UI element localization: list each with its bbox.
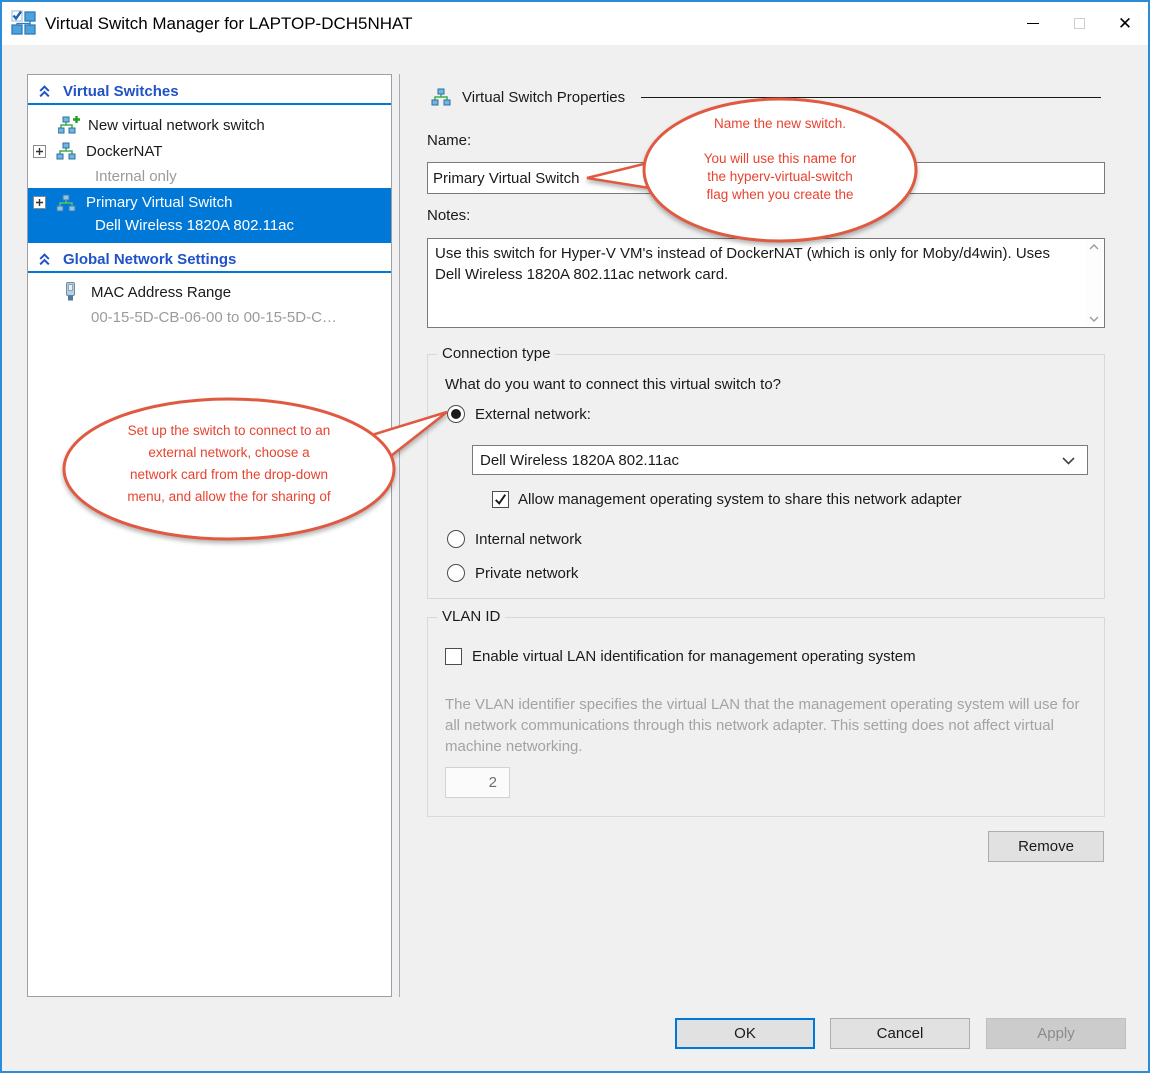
scroll-up-icon[interactable] (1089, 244, 1099, 250)
share-adapter-checkbox[interactable] (492, 491, 509, 508)
private-network-radio[interactable] (447, 564, 465, 582)
sidebar-item-primary-switch-selected[interactable]: Primary Virtual Switch Dell Wireless 182… (28, 188, 391, 243)
cancel-button[interactable]: Cancel (830, 1018, 970, 1049)
callout-line: flag when you create the (647, 186, 913, 204)
app-icon (11, 10, 38, 37)
notes-label: Notes: (427, 207, 470, 224)
expand-toggle-icon[interactable] (33, 196, 46, 209)
virtual-switch-manager-window: Virtual Switch Manager for LAPTOP-DCH5NH… (0, 0, 1150, 1073)
title-bar: Virtual Switch Manager for LAPTOP-DCH5NH… (2, 2, 1148, 45)
virtual-switch-icon (55, 142, 77, 160)
close-icon: ✕ (1118, 15, 1132, 32)
vlan-id-input[interactable]: 2 (445, 767, 510, 798)
callout-line: external network, choose a (74, 442, 384, 464)
minimize-icon (1027, 23, 1039, 24)
sidebar-item-label: MAC Address Range (91, 284, 231, 301)
sidebar-item-label: New virtual network switch (88, 117, 265, 134)
external-callout-text: Set up the switch to connect to an exter… (74, 420, 384, 508)
vlan-description: The VLAN identifier specifies the virtua… (445, 694, 1090, 757)
sidebar-item-dockernat[interactable]: DockerNAT (28, 138, 391, 164)
collapse-chevron-icon[interactable] (38, 253, 51, 266)
cancel-button-label: Cancel (877, 1025, 924, 1042)
scroll-down-icon[interactable] (1089, 316, 1099, 322)
apply-button-label: Apply (1037, 1025, 1075, 1042)
callout-line: network card from the drop-down (74, 464, 384, 486)
enable-vlan-label: Enable virtual LAN identification for ma… (472, 648, 916, 665)
sidebar-item-new-switch[interactable]: New virtual network switch (28, 112, 391, 138)
vlan-id-legend: VLAN ID (437, 608, 505, 625)
private-network-label: Private network (475, 565, 578, 582)
remove-button[interactable]: Remove (988, 831, 1104, 862)
callout-line: You will use this name for (647, 150, 913, 168)
window-title: Virtual Switch Manager for LAPTOP-DCH5NH… (45, 14, 413, 34)
sidebar-item-sublabel: Internal only (28, 164, 391, 188)
virtual-switch-icon (55, 194, 77, 212)
virtual-switch-icon (430, 88, 452, 106)
minimize-button[interactable] (1010, 2, 1056, 45)
connection-question: What do you want to connect this virtual… (445, 376, 781, 393)
remove-button-label: Remove (1018, 838, 1074, 855)
apply-button[interactable]: Apply (986, 1018, 1126, 1049)
callout-line: the hyperv-virtual-switch (647, 168, 913, 186)
sidebar-section-virtual-switches[interactable]: Virtual Switches (28, 80, 391, 105)
callout-line: menu, and allow the for sharing of (74, 486, 384, 508)
ok-button[interactable]: OK (675, 1018, 815, 1049)
section-header-label: Global Network Settings (63, 251, 236, 268)
sidebar-item-label: DockerNAT (86, 143, 162, 160)
new-virtual-switch-icon (58, 116, 80, 134)
mac-address-icon (64, 282, 77, 302)
connection-type-legend: Connection type (437, 345, 555, 362)
name-callout-text: Name the new switch. You will use this n… (647, 115, 913, 204)
sidebar-item-sublabel: Dell Wireless 1820A 802.11ac (28, 214, 391, 237)
internal-network-label: Internal network (475, 531, 582, 548)
collapse-chevron-icon[interactable] (38, 85, 51, 98)
maximize-icon (1074, 18, 1085, 29)
checkmark-icon (494, 493, 507, 506)
expand-toggle-icon[interactable] (33, 145, 46, 158)
close-button[interactable]: ✕ (1102, 2, 1148, 45)
enable-vlan-checkbox[interactable] (445, 648, 462, 665)
callout-line: Name the new switch. (647, 115, 913, 133)
callout-line: Set up the switch to connect to an (74, 420, 384, 442)
sidebar-item-mac-range[interactable]: MAC Address Range (28, 279, 391, 305)
notes-scrollbar[interactable] (1085, 240, 1103, 326)
network-adapter-dropdown[interactable]: Dell Wireless 1820A 802.11ac (472, 445, 1088, 475)
section-header-label: Virtual Switches (63, 83, 179, 100)
share-adapter-label: Allow management operating system to sha… (518, 491, 962, 508)
adapter-selected-value: Dell Wireless 1820A 802.11ac (480, 452, 679, 469)
maximize-button[interactable] (1056, 2, 1102, 45)
chevron-down-icon (1062, 457, 1075, 465)
external-network-label: External network: (475, 406, 591, 423)
ok-button-label: OK (734, 1025, 756, 1042)
sidebar-item-label: Primary Virtual Switch (86, 194, 232, 211)
name-label: Name: (427, 132, 471, 149)
sidebar-item-sublabel: 00-15-5D-CB-06-00 to 00-15-5D-C… (28, 305, 391, 329)
sidebar-section-global-settings[interactable]: Global Network Settings (28, 248, 391, 273)
